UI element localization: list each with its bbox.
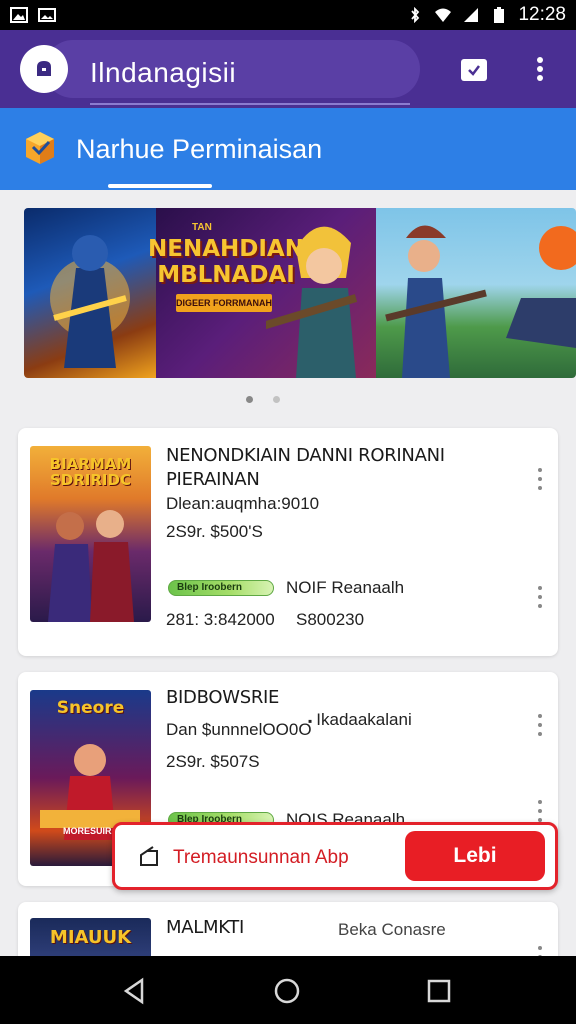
toast-text: Tremaunsunnan Abp — [173, 847, 349, 868]
back-icon[interactable] — [120, 976, 150, 1006]
banner-panel-action — [376, 208, 576, 378]
nav-bar — [0, 956, 576, 1024]
signal-icon — [464, 8, 479, 22]
game-title: MALMKTI — [166, 917, 245, 938]
game-side-text: Beka Conasre — [338, 920, 446, 939]
app-title: Ilndanagisii — [90, 57, 237, 88]
carousel-dot[interactable] — [273, 396, 280, 403]
battery-icon — [494, 7, 505, 23]
home-icon[interactable] — [272, 976, 302, 1006]
thumb-title: MIAUUK — [49, 927, 132, 948]
banner-cta[interactable]: DIGEER FORRMANAH — [176, 294, 272, 312]
recents-icon[interactable] — [424, 976, 454, 1006]
more-vert-icon[interactable] — [536, 468, 544, 490]
game-title: NENONDKIAIN DANNI RORINANI PIERAINAN — [166, 445, 445, 490]
more-vert-icon[interactable] — [536, 714, 544, 736]
banner-small-title: TAN — [192, 222, 212, 233]
game-label: NOIF Reanaalh — [286, 578, 405, 597]
photo-icon — [38, 8, 56, 22]
game-thumbnail: BIARMAM SDRIRIDC — [30, 446, 151, 622]
share-icon[interactable] — [137, 845, 161, 869]
thumb-title: Sneore — [56, 698, 125, 718]
tab-indicator — [108, 184, 212, 188]
banner-panel-heroes — [24, 208, 156, 378]
section-header: Narhue Perminaisan — [0, 108, 576, 190]
carousel-dot-active[interactable] — [246, 396, 253, 403]
install-toast: Tremaunsunnan Abp Lebi — [112, 822, 558, 890]
game-price: 2S9r. $500'S — [166, 522, 263, 541]
more-vert-icon[interactable] — [536, 586, 544, 608]
carousel-dots — [246, 396, 280, 403]
game-meta: Dlean:auqmha:9010 — [166, 494, 320, 513]
bluetooth-icon — [411, 7, 420, 23]
game-title: BIDBOWSRIE — [166, 687, 280, 708]
wifi-icon — [435, 8, 452, 22]
game-price: 2S9r. $507S — [166, 752, 260, 771]
banner-panel-title: TAN NENAHDIAN MBLNADAI DIGEER FORRMANAH — [148, 208, 376, 378]
promo-banner[interactable]: TAN NENAHDIAN MBLNADAI DIGEER FORRMANAH — [24, 208, 576, 378]
more-vert-icon[interactable] — [536, 800, 544, 822]
status-bar: 12:28 — [0, 0, 576, 30]
thumb-title: BIARMAM SDRIRIDC — [49, 455, 132, 489]
app-bar: Ilndanagisii — [0, 30, 576, 108]
game-card[interactable]: BIARMAM SDRIRIDC NENONDKIAIN DANNI RORIN… — [18, 428, 558, 656]
game-stat-2: S800230 — [296, 610, 365, 629]
calendar-check-icon[interactable] — [460, 55, 488, 83]
bullet-icon: ▪ — [308, 714, 313, 728]
side-text: Ikadaakalani — [316, 710, 412, 729]
app-logo-icon[interactable] — [20, 45, 68, 93]
game-meta: Dan $unnnelOO0O — [166, 720, 312, 739]
game-stat: 281: 3:842000 — [166, 610, 275, 629]
more-vert-icon[interactable] — [526, 55, 554, 83]
search-underline — [90, 103, 410, 105]
status-time: 12:28 — [518, 4, 566, 25]
image-icon — [10, 7, 28, 23]
cube-icon — [26, 132, 54, 164]
section-title: Narhue Perminaisan — [76, 134, 323, 164]
game-side-text: ▪ Ikadaakalani — [308, 710, 412, 730]
toast-action-button[interactable]: Lebi — [405, 831, 545, 881]
status-badge: Blep Iroobern — [168, 580, 274, 596]
